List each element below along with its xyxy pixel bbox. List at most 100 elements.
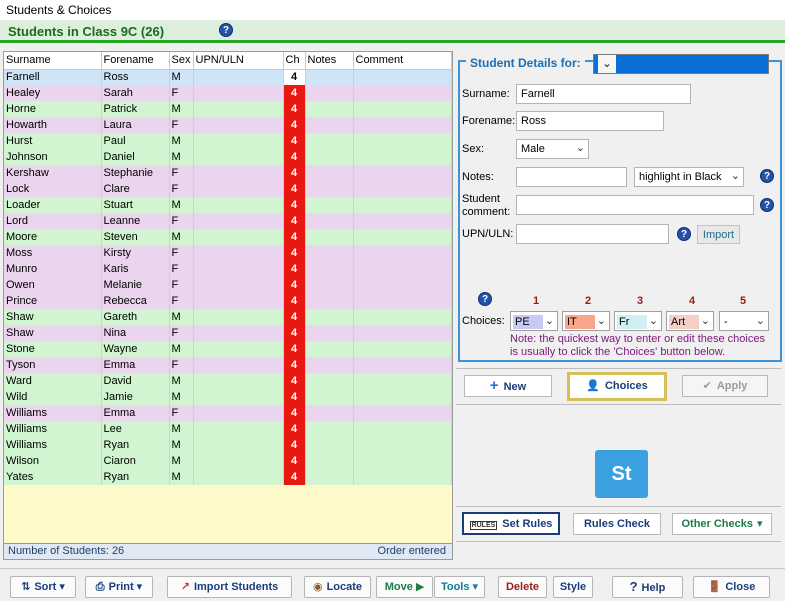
comment-help-icon[interactable]: ? bbox=[760, 198, 774, 212]
help-icon[interactable]: ? bbox=[219, 23, 233, 37]
cell-notes bbox=[305, 453, 354, 469]
table-row[interactable]: Williams Lee M 4 bbox=[4, 421, 452, 437]
cell-forename: Wayne bbox=[101, 341, 170, 357]
choice-select-5[interactable]: - ⌄ bbox=[719, 311, 769, 331]
col-header-surname[interactable]: Surname bbox=[4, 52, 102, 70]
import-button[interactable]: Import bbox=[697, 225, 740, 244]
table-row[interactable]: Horne Patrick M 4 bbox=[4, 101, 452, 117]
cell-ch: 4 bbox=[283, 117, 306, 133]
rules-check-button[interactable]: Rules Check bbox=[573, 513, 661, 535]
table-footer: Number of Students: 26 Order entered bbox=[3, 544, 453, 560]
notes-help-icon[interactable]: ? bbox=[760, 169, 774, 183]
choices-button[interactable]: 👤 Choices bbox=[567, 372, 667, 401]
other-checks-button[interactable]: Other Checks ▾ bbox=[672, 513, 772, 535]
apply-button-label: Apply bbox=[716, 380, 748, 392]
col-header-sex[interactable]: Sex bbox=[169, 52, 194, 70]
table-row[interactable]: Moore Steven M 4 bbox=[4, 229, 452, 245]
help-button[interactable]: ? Help bbox=[612, 576, 683, 598]
checkmark-icon: ✔ bbox=[702, 380, 712, 392]
table-row[interactable]: Yates Ryan M 4 bbox=[4, 469, 452, 485]
choice-select-2[interactable]: IT ⌄ bbox=[562, 311, 610, 331]
sex-select[interactable]: Male ⌄ bbox=[516, 139, 589, 159]
col-header-comment[interactable]: Comment bbox=[353, 52, 452, 70]
locate-button[interactable]: ◉ Locate bbox=[304, 576, 371, 598]
upn-help-icon[interactable]: ? bbox=[677, 227, 691, 241]
table-row[interactable]: Munro Karis F 4 bbox=[4, 261, 452, 277]
table-row[interactable]: Williams Emma F 4 bbox=[4, 405, 452, 421]
table-row[interactable]: Moss Kirsty F 4 bbox=[4, 245, 452, 261]
forename-field[interactable]: Ross bbox=[516, 111, 664, 131]
table-row[interactable]: Healey Sarah F 4 bbox=[4, 85, 452, 101]
cell-notes bbox=[305, 133, 354, 149]
cell-notes bbox=[305, 325, 354, 341]
cell-comment bbox=[353, 181, 452, 197]
cell-surname: Kershaw bbox=[4, 165, 102, 181]
table-row[interactable]: Wild Jamie M 4 bbox=[4, 389, 452, 405]
table-row[interactable]: Lord Leanne F 4 bbox=[4, 213, 452, 229]
cell-comment bbox=[353, 245, 452, 261]
student-comment-field[interactable] bbox=[516, 195, 754, 215]
surname-field[interactable]: Farnell bbox=[516, 84, 691, 104]
col-header-forename[interactable]: Forename bbox=[101, 52, 170, 70]
table-row[interactable]: Tyson Emma F 4 bbox=[4, 357, 452, 373]
cell-ch: 4 bbox=[283, 453, 306, 469]
delete-button[interactable]: Delete bbox=[498, 576, 547, 598]
sort-button[interactable]: ⇅ Sort ▾ bbox=[10, 576, 76, 598]
cell-notes bbox=[305, 421, 354, 437]
print-button[interactable]: ⎙ Print ▾ bbox=[85, 576, 153, 598]
cell-forename: Leanne bbox=[101, 213, 170, 229]
new-button[interactable]: + New bbox=[464, 375, 552, 397]
import-arrow-icon: ↗ bbox=[180, 581, 190, 593]
table-row[interactable]: Owen Melanie F 4 bbox=[4, 277, 452, 293]
col-header-upn[interactable]: UPN/ULN bbox=[193, 52, 284, 70]
import-students-button[interactable]: ↗ Import Students bbox=[167, 576, 292, 598]
cell-notes bbox=[305, 229, 354, 245]
upn-field[interactable] bbox=[516, 224, 669, 244]
cell-notes bbox=[305, 469, 354, 485]
choices-note-line1: Note: the quickest way to enter or edit … bbox=[510, 333, 765, 345]
cell-forename: Jamie bbox=[101, 389, 170, 405]
choice-select-1[interactable]: PE ⌄ bbox=[510, 311, 558, 331]
notes-field[interactable] bbox=[516, 167, 627, 187]
table-row[interactable]: Loader Stuart M 4 bbox=[4, 197, 452, 213]
cell-notes bbox=[305, 389, 354, 405]
cell-sex: F bbox=[169, 181, 194, 197]
move-button[interactable]: Move ▶ bbox=[376, 576, 433, 598]
choices-help-icon[interactable]: ? bbox=[478, 292, 492, 306]
table-row[interactable]: Prince Rebecca F 4 bbox=[4, 293, 452, 309]
cell-upn bbox=[193, 325, 284, 341]
table-row[interactable]: Farnell Ross M 4 bbox=[4, 69, 452, 85]
class-select[interactable]: 9C ⌄ bbox=[593, 54, 769, 74]
tools-button[interactable]: Tools ▾ bbox=[434, 576, 485, 598]
close-button[interactable]: 🚪 Close bbox=[693, 576, 770, 598]
choices-label: Choices: bbox=[462, 315, 505, 327]
table-row[interactable]: Wilson Ciaron M 4 bbox=[4, 453, 452, 469]
set-rules-label: Set Rules bbox=[502, 518, 553, 530]
table-row[interactable]: Johnson Daniel M 4 bbox=[4, 149, 452, 165]
table-row[interactable]: Ward David M 4 bbox=[4, 373, 452, 389]
set-rules-button[interactable]: RULES Set Rules bbox=[462, 512, 560, 535]
cell-notes bbox=[305, 373, 354, 389]
apply-button[interactable]: ✔ Apply bbox=[682, 375, 768, 397]
table-row[interactable]: Lock Clare F 4 bbox=[4, 181, 452, 197]
cell-forename: Ryan bbox=[101, 469, 170, 485]
col-header-ch[interactable]: Ch bbox=[283, 52, 306, 70]
table-row[interactable]: Shaw Nina F 4 bbox=[4, 325, 452, 341]
choice-select-3[interactable]: Fr ⌄ bbox=[614, 311, 662, 331]
table-row[interactable]: Shaw Gareth M 4 bbox=[4, 309, 452, 325]
table-row[interactable]: Kershaw Stephanie F 4 bbox=[4, 165, 452, 181]
col-header-notes[interactable]: Notes bbox=[305, 52, 354, 70]
table-row[interactable]: Williams Ryan M 4 bbox=[4, 437, 452, 453]
cell-surname: Prince bbox=[4, 293, 102, 309]
table-row[interactable]: Stone Wayne M 4 bbox=[4, 341, 452, 357]
table-row[interactable]: Hurst Paul M 4 bbox=[4, 133, 452, 149]
arrow-right-icon: ▶ bbox=[415, 581, 425, 593]
style-button[interactable]: Style bbox=[553, 576, 593, 598]
cell-comment bbox=[353, 149, 452, 165]
cell-surname: Stone bbox=[4, 341, 102, 357]
sort-label: Sort bbox=[34, 581, 57, 593]
highlight-select[interactable]: highlight in Black ⌄ bbox=[634, 167, 744, 187]
choice-select-4[interactable]: Art ⌄ bbox=[666, 311, 714, 331]
cell-ch: 4 bbox=[283, 85, 306, 101]
table-row[interactable]: Howarth Laura F 4 bbox=[4, 117, 452, 133]
